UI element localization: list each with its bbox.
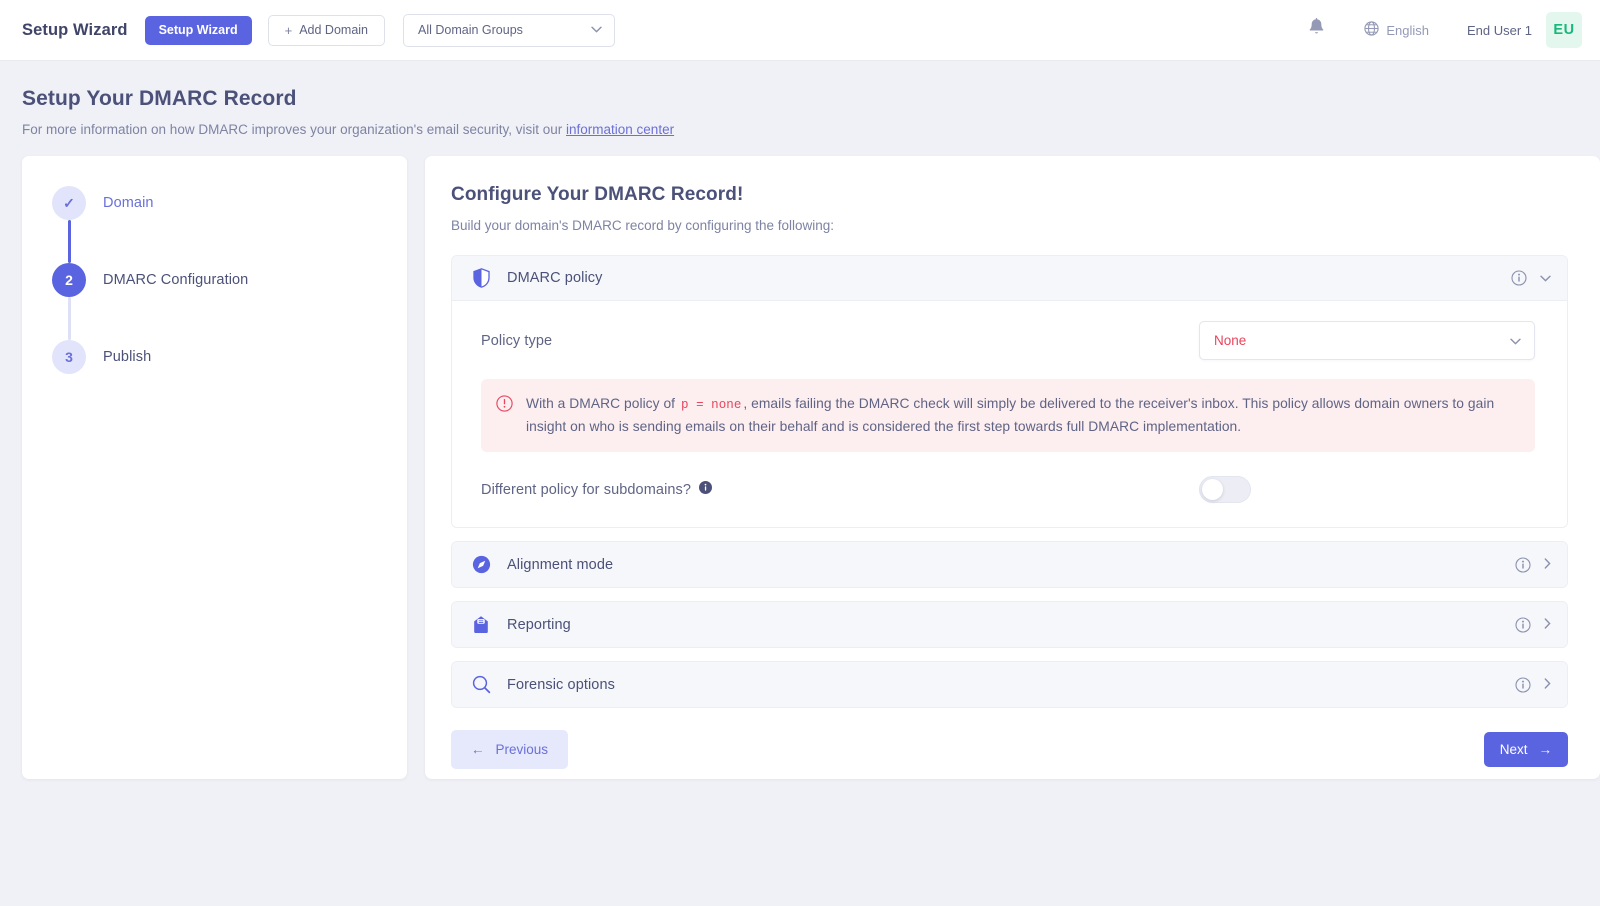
chevron-right-icon[interactable] (1544, 618, 1551, 631)
page-title: Setup Your DMARC Record (22, 87, 297, 110)
stepper-connector-1 (67, 220, 71, 263)
info-filled-icon[interactable] (699, 481, 713, 498)
domain-groups-value: All Domain Groups (418, 23, 523, 37)
next-button-label: Next (1499, 742, 1528, 758)
subdomain-toggle-wrap (1199, 476, 1535, 504)
info-circle-icon[interactable] (1515, 677, 1531, 693)
panel-dmarc-policy-body: Policy type None With a DMARC policy of … (452, 301, 1567, 528)
policy-type-value: None (1214, 333, 1247, 348)
inbox-icon (470, 614, 492, 636)
chevron-down-icon (591, 24, 602, 36)
panel-forensic-options-header[interactable]: Forensic options (452, 662, 1567, 708)
top-navigation-bar: Setup Wizard Setup Wizard + Add Domain A… (0, 0, 1600, 61)
add-domain-button[interactable]: + Add Domain (267, 14, 386, 46)
topbar-right-group: English End User 1 EU (1298, 12, 1582, 48)
step-domain-marker: ✓ (52, 186, 86, 220)
configuration-subtitle: Build your domain's DMARC record by conf… (451, 218, 835, 233)
info-circle-icon[interactable] (1515, 557, 1531, 573)
globe-icon (1364, 21, 1379, 39)
subdomain-policy-row: Different policy for subdomains? (481, 476, 1535, 504)
user-name-label: End User 1 (1466, 22, 1532, 38)
previous-button-label: Previous (495, 742, 549, 758)
panel-dmarc-policy-header[interactable]: DMARC policy (452, 256, 1567, 301)
information-center-link[interactable]: information center (566, 122, 674, 137)
app-title: Setup Wizard (22, 20, 128, 39)
step-publish-marker: 3 (52, 340, 86, 374)
panel-alignment-mode-actions (1515, 557, 1551, 573)
panel-alignment-mode-title: Alignment mode (507, 556, 614, 573)
page-subtitle: For more information on how DMARC improv… (22, 122, 1600, 137)
arrow-right-icon: → (1538, 742, 1553, 758)
step-dmarc-configuration-marker: 2 (52, 263, 86, 297)
wizard-layout: ✓ Domain 2 DMARC Configuration 3 Publish… (0, 137, 1600, 779)
info-circle-icon[interactable] (1515, 617, 1531, 633)
policy-type-label: Policy type (481, 332, 553, 349)
panel-dmarc-policy: DMARC policy Policy type None With a DMA… (451, 255, 1568, 529)
chevron-right-icon[interactable] (1544, 558, 1551, 571)
alert-text-part1: With a DMARC policy of (526, 396, 676, 411)
stepper-card: ✓ Domain 2 DMARC Configuration 3 Publish (22, 156, 407, 779)
subdomain-policy-label: Different policy for subdomains? (481, 481, 713, 498)
previous-button[interactable]: ← Previous (451, 730, 569, 770)
toggle-knob (1202, 479, 1223, 501)
panel-forensic-options-actions (1515, 677, 1551, 693)
configuration-accordion: DMARC policy Policy type None With a DMA… (451, 255, 1568, 709)
search-icon (470, 674, 492, 696)
chevron-down-icon[interactable] (1540, 272, 1551, 284)
chevron-right-icon[interactable] (1544, 678, 1551, 691)
panel-reporting-actions (1515, 617, 1551, 633)
avatar[interactable]: EU (1546, 12, 1582, 48)
page-subtitle-text: For more information on how DMARC improv… (22, 122, 567, 137)
panel-reporting-header[interactable]: Reporting (452, 602, 1567, 648)
policy-alert-text: With a DMARC policy of p = none, emails … (526, 393, 1518, 437)
panel-reporting-title: Reporting (507, 616, 571, 633)
step-publish[interactable]: 3 Publish (52, 340, 407, 374)
notifications-button[interactable] (1298, 12, 1334, 48)
language-label: English (1386, 22, 1429, 38)
add-domain-label: Add Domain (299, 23, 369, 37)
panel-dmarc-policy-title: DMARC policy (507, 270, 603, 286)
plus-icon: + (284, 22, 293, 38)
language-selector[interactable]: English (1364, 21, 1429, 39)
panel-forensic-options-title: Forensic options (507, 676, 615, 693)
subdomain-policy-text: Different policy for subdomains? (481, 481, 692, 498)
step-domain[interactable]: ✓ Domain (52, 186, 407, 220)
domain-groups-select[interactable]: All Domain Groups (403, 13, 616, 47)
configuration-card: Configure Your DMARC Record! Build your … (425, 156, 1600, 779)
panel-alignment-mode: Alignment mode (451, 541, 1568, 589)
policy-code-token: p = none (680, 398, 742, 412)
policy-info-alert: With a DMARC policy of p = none, emails … (481, 379, 1535, 453)
compass-icon (470, 554, 492, 576)
bell-icon (1308, 18, 1325, 42)
panel-forensic-options: Forensic options (451, 661, 1568, 709)
panel-alignment-mode-header[interactable]: Alignment mode (452, 542, 1567, 588)
panel-reporting: Reporting (451, 601, 1568, 649)
wizard-footer: ← Previous Next → (451, 730, 1568, 770)
step-dmarc-configuration[interactable]: 2 DMARC Configuration (52, 263, 407, 297)
page-header: Setup Your DMARC Record For more informa… (0, 61, 1600, 137)
next-button[interactable]: Next → (1483, 732, 1568, 768)
policy-type-row: Policy type None (481, 321, 1535, 360)
step-domain-label: Domain (103, 195, 154, 211)
subdomain-policy-toggle[interactable] (1199, 476, 1251, 504)
arrow-left-icon: ← (471, 742, 485, 758)
shield-icon (470, 267, 492, 289)
policy-type-select[interactable]: None (1199, 321, 1535, 360)
stepper-connector-2 (67, 297, 71, 340)
panel-dmarc-policy-actions (1511, 270, 1551, 286)
configuration-title: Configure Your DMARC Record! (451, 184, 744, 205)
alert-circle-icon (496, 395, 513, 437)
step-dmarc-configuration-label: DMARC Configuration (103, 272, 249, 288)
setup-wizard-button[interactable]: Setup Wizard (144, 15, 252, 45)
step-publish-label: Publish (103, 349, 152, 365)
info-circle-icon[interactable] (1511, 270, 1527, 286)
chevron-down-icon (1510, 333, 1521, 348)
